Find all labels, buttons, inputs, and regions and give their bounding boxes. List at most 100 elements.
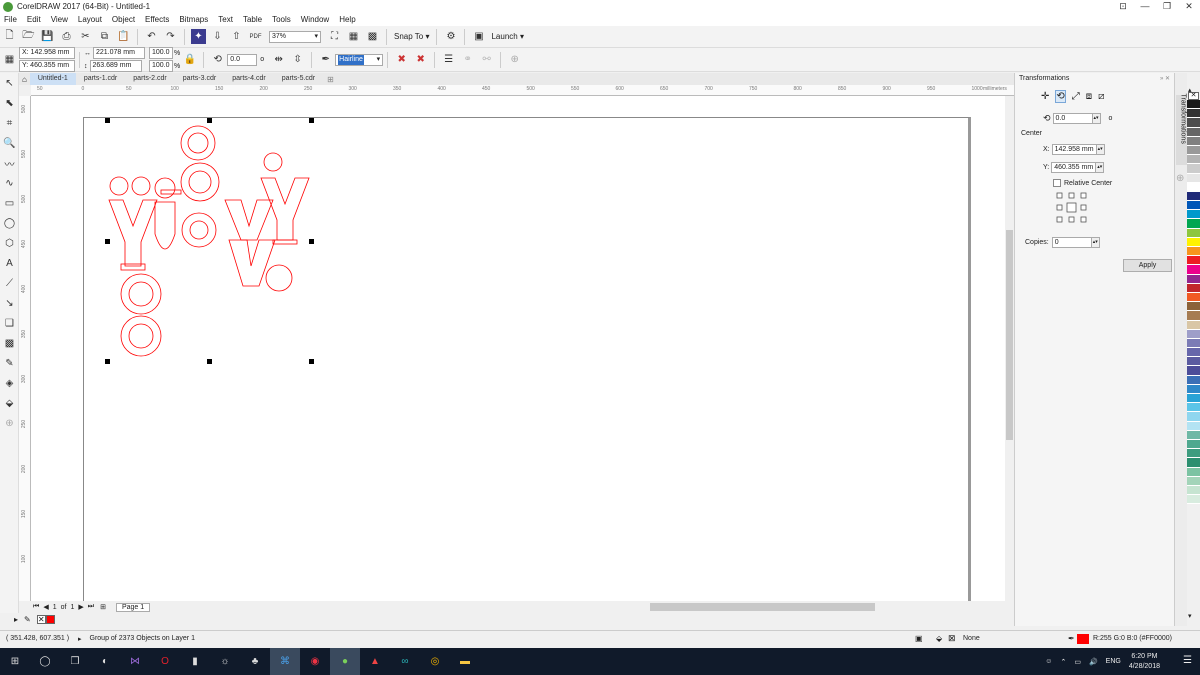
- doc-tab-parts-1[interactable]: parts-1.cdr: [76, 73, 125, 85]
- x-position-field[interactable]: X: 142.958 mm: [19, 47, 75, 59]
- opera-icon[interactable]: O: [150, 648, 180, 675]
- center-y-field[interactable]: 460.355 mm: [1051, 162, 1097, 173]
- center-x-spinner[interactable]: ▴▾: [1096, 144, 1105, 155]
- corel-capture-icon[interactable]: ⌘: [270, 648, 300, 675]
- doc-tab-parts-5[interactable]: parts-5.cdr: [274, 73, 323, 85]
- menu-file[interactable]: File: [4, 15, 17, 24]
- outline-pen-icon[interactable]: ✒: [318, 52, 333, 67]
- horizontal-ruler[interactable]: 50 0 50 100 150 200 250 300 350 400 450 500 550 600 65…: [31, 85, 1014, 96]
- y-position-field[interactable]: Y: 460.355 mm: [19, 60, 75, 72]
- palette-swatch-41[interactable]: [1187, 476, 1200, 486]
- interactive-fill-icon[interactable]: ◈: [0, 373, 19, 393]
- selection-handle-bc[interactable]: [207, 359, 212, 364]
- palette-swatch-43[interactable]: [1187, 495, 1200, 505]
- pick-tool-icon[interactable]: ↖: [0, 73, 19, 93]
- maximize-button[interactable]: ❐: [1156, 0, 1178, 13]
- menu-object[interactable]: Object: [112, 15, 135, 24]
- palette-swatch-25[interactable]: [1187, 329, 1200, 339]
- menu-edit[interactable]: Edit: [27, 15, 41, 24]
- copies-field[interactable]: 0: [1051, 237, 1092, 248]
- recorder-icon[interactable]: ◉: [300, 648, 330, 675]
- rotate-mode-icon[interactable]: ⟲: [1055, 90, 1066, 103]
- fill-bucket-icon[interactable]: ⬙: [936, 634, 942, 643]
- selection-handle-mr[interactable]: [309, 239, 314, 244]
- prev-page-icon[interactable]: ◀: [43, 603, 48, 611]
- group-icon[interactable]: ⚭: [460, 52, 475, 67]
- clock[interactable]: 6:20 PM 4/28/2018: [1129, 652, 1160, 672]
- folder-icon[interactable]: ▬: [450, 648, 480, 675]
- palette-swatch-12[interactable]: [1187, 210, 1200, 220]
- rotation-angle-field[interactable]: 0.0: [227, 53, 258, 66]
- search-icon[interactable]: ◯: [30, 648, 60, 675]
- snap-to-button[interactable]: Snap To ▾: [394, 32, 429, 41]
- doc-tab-untitled-1[interactable]: Untitled-1: [29, 73, 76, 85]
- language-indicator[interactable]: ENG: [1106, 658, 1121, 665]
- rotate-icon[interactable]: ⟲: [210, 52, 225, 67]
- cortana-icon[interactable]: ◐: [90, 648, 120, 675]
- print-icon[interactable]: ⎙: [59, 29, 74, 44]
- palette-swatch-19[interactable]: [1187, 274, 1200, 284]
- horizontal-scroll-thumb[interactable]: [650, 603, 875, 611]
- import-icon[interactable]: ⇩: [210, 29, 225, 44]
- menu-bitmaps[interactable]: Bitmaps: [179, 15, 208, 24]
- palette-swatch-14[interactable]: [1187, 228, 1200, 238]
- palette-swatch-3[interactable]: [1187, 127, 1200, 137]
- next-page-icon[interactable]: ▶: [78, 603, 83, 611]
- export-icon[interactable]: ⇧: [229, 29, 244, 44]
- vertical-scrollbar[interactable]: [1005, 96, 1014, 601]
- ellipse-tool-icon[interactable]: ◯: [0, 213, 19, 233]
- scale-mirror-icon[interactable]: ⤢: [1072, 91, 1080, 102]
- width-field[interactable]: 221.078 mm: [93, 47, 145, 59]
- new-tab-icon[interactable]: ⊞: [323, 75, 338, 84]
- selection-handle-tc[interactable]: [207, 118, 212, 123]
- apply-button[interactable]: Apply: [1123, 259, 1172, 272]
- outline-pen-status-icon[interactable]: ✒: [1068, 634, 1075, 643]
- palette-arrow-icon[interactable]: ▸: [14, 615, 18, 624]
- launch-button[interactable]: Launch ▾: [491, 32, 524, 41]
- add-docker-icon[interactable]: ⊕: [1176, 173, 1184, 184]
- palette-swatch-23[interactable]: [1187, 311, 1200, 321]
- palette-swatch-31[interactable]: [1187, 384, 1200, 394]
- anchor-point-grid[interactable]: [1055, 191, 1089, 225]
- solidworks-icon[interactable]: ▲: [360, 648, 390, 675]
- shape-tool-icon[interactable]: ⬉: [0, 93, 19, 113]
- cut-icon[interactable]: ✂: [78, 29, 93, 44]
- palette-swatch-26[interactable]: [1187, 338, 1200, 349]
- lock-ratio-icon[interactable]: 🔒: [182, 52, 197, 67]
- center-y-spinner[interactable]: ▴▾: [1096, 162, 1105, 173]
- parallel-dimension-icon[interactable]: ⟋: [0, 273, 19, 293]
- selection-handle-tr[interactable]: [309, 118, 314, 123]
- size-mode-icon[interactable]: ⧈: [1086, 91, 1092, 102]
- transparency-tool-icon[interactable]: ▩: [0, 333, 19, 353]
- palette-swatch-29[interactable]: [1187, 366, 1200, 376]
- palette-swatch-5[interactable]: [1187, 145, 1200, 156]
- selection-handle-br[interactable]: [309, 359, 314, 364]
- show-rulers-icon[interactable]: ▦: [346, 29, 361, 44]
- page-tab[interactable]: Page 1: [115, 602, 151, 612]
- arduino-icon[interactable]: ∞: [390, 648, 420, 675]
- text-tool-icon[interactable]: A: [0, 253, 19, 273]
- palette-swatch-34[interactable]: [1187, 412, 1200, 422]
- redo-icon[interactable]: ↷: [163, 29, 178, 44]
- palette-swatch-15[interactable]: [1187, 237, 1200, 247]
- docker-collapse-icon[interactable]: » ✕: [1160, 75, 1170, 82]
- coreldraw-taskbar-icon[interactable]: ●: [330, 648, 360, 675]
- menu-window[interactable]: Window: [301, 15, 329, 24]
- network-icon[interactable]: ▭: [1074, 658, 1081, 666]
- red-swatch[interactable]: [45, 615, 55, 624]
- object-origin-icon[interactable]: ▦: [2, 52, 17, 67]
- smart-fill-icon[interactable]: ⬙: [0, 393, 19, 413]
- palette-swatch-4[interactable]: [1187, 136, 1200, 146]
- relative-center-checkbox[interactable]: [1053, 179, 1061, 187]
- mirror-vertical-icon[interactable]: ⇳: [290, 52, 305, 67]
- volume-icon[interactable]: 🔊: [1089, 658, 1098, 666]
- add-tool-icon[interactable]: ⊕: [0, 413, 19, 433]
- connector-tool-icon[interactable]: ↘: [0, 293, 19, 313]
- windows-start-icon[interactable]: ⊞: [0, 648, 30, 675]
- scale-x-field[interactable]: 100.0: [149, 47, 173, 59]
- scale-y-field[interactable]: 100.0: [149, 60, 173, 72]
- palette-swatch-1[interactable]: [1187, 109, 1200, 119]
- polygon-tool-icon[interactable]: ⬡: [0, 233, 19, 253]
- app-icon[interactable]: ☼: [210, 648, 240, 675]
- launch-icon[interactable]: ▣: [471, 29, 486, 44]
